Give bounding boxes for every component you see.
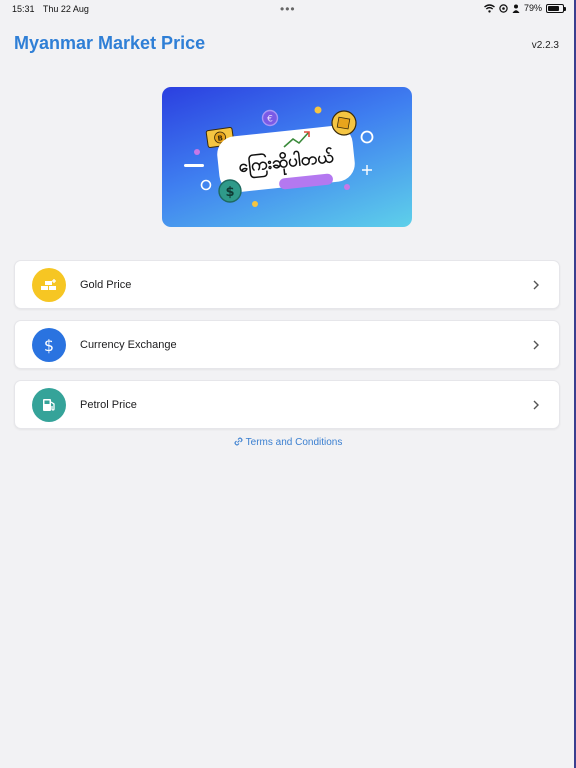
link-icon: [234, 437, 243, 446]
terms-link[interactable]: Terms and Conditions: [0, 437, 576, 448]
battery-percent: 79%: [523, 3, 542, 13]
chevron-right-icon: [533, 280, 539, 290]
battery-icon: [546, 3, 566, 13]
svg-text:$: $: [225, 185, 234, 200]
status-bar: 15:31 Thu 22 Aug ••• 79%: [0, 0, 576, 18]
banner-artwork: € B ကြေးဆိုပါတယ် $: [184, 106, 374, 207]
dot-decoration: [314, 106, 322, 114]
person-icon: [512, 4, 520, 13]
gold-coin-icon: [331, 110, 357, 136]
svg-text:€: €: [267, 115, 273, 125]
status-date: Thu 22 Aug: [42, 4, 89, 14]
dollar-icon: $: [32, 328, 66, 362]
multitasking-dots-icon[interactable]: •••: [280, 2, 296, 16]
currency-exchange-button[interactable]: $ Currency Exchange: [14, 320, 560, 369]
gold-price-button[interactable]: Gold Price: [14, 260, 560, 309]
ring-decoration: [360, 130, 374, 144]
status-right: 79%: [484, 3, 566, 13]
battery-fill: [548, 5, 560, 11]
dot-decoration: [252, 201, 258, 207]
status-time: 15:31: [12, 4, 35, 14]
dot-decoration: [344, 184, 350, 190]
gold-price-label: Gold Price: [80, 279, 132, 291]
terms-label: Terms and Conditions: [245, 437, 343, 448]
app-title: Myanmar Market Price: [14, 33, 206, 53]
gold-bars-icon: [32, 268, 66, 302]
location-lock-icon: [499, 3, 508, 13]
petrol-price-label: Petrol Price: [80, 399, 137, 411]
version-label: v2.2.3: [531, 40, 559, 51]
chevron-right-icon: [533, 400, 539, 410]
ring-decoration: [200, 179, 212, 191]
currency-exchange-label: Currency Exchange: [80, 339, 177, 351]
petrol-price-button[interactable]: Petrol Price: [14, 380, 560, 429]
sparkle-decoration: [362, 165, 372, 175]
fuel-pump-icon: [32, 388, 66, 422]
dash-decoration: [184, 164, 204, 167]
wifi-icon: [484, 3, 495, 13]
banner-image: € B ကြေးဆိုပါတယ် $: [162, 87, 412, 227]
euro-coin-icon: €: [261, 109, 279, 127]
chevron-right-icon: [533, 340, 539, 350]
status-left: 15:31 Thu 22 Aug: [12, 4, 95, 14]
dollar-coin-icon: $: [218, 179, 242, 203]
svg-text:B: B: [217, 134, 223, 143]
svg-text:$: $: [44, 336, 54, 354]
dot-decoration: [194, 149, 200, 155]
